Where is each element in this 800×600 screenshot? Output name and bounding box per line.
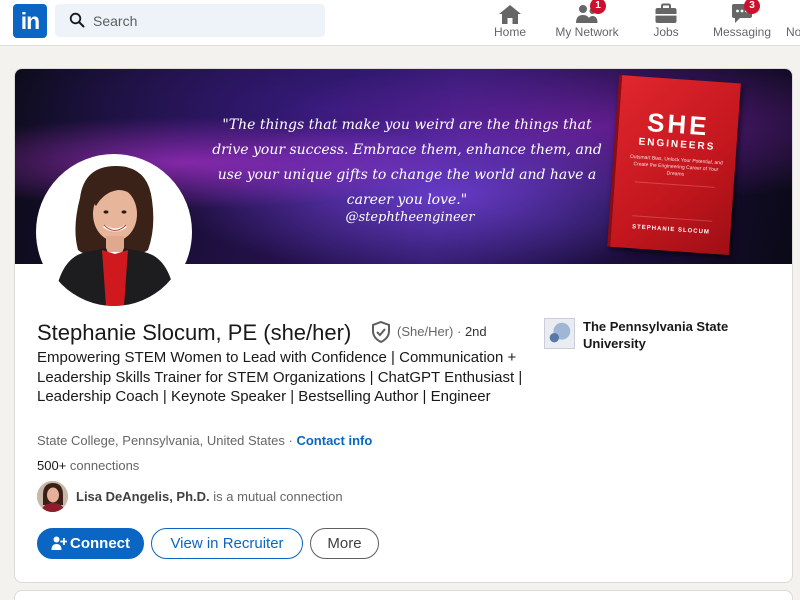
view-in-recruiter-button[interactable]: View in Recruiter xyxy=(151,528,303,559)
nav-my-network[interactable]: 1 My Network xyxy=(552,0,622,46)
profile-name: Stephanie Slocum, PE (she/her) xyxy=(37,320,352,345)
mutual-connection-text: Lisa DeAngelis, Ph.D. is a mutual connec… xyxy=(76,489,343,504)
profile-meta: (She/Her) · 2nd xyxy=(397,324,487,339)
briefcase-icon xyxy=(655,3,677,23)
home-icon xyxy=(499,5,521,24)
messaging-badge: 3 xyxy=(744,0,760,14)
nav-jobs[interactable]: Jobs xyxy=(644,0,688,46)
search-icon xyxy=(69,12,85,28)
connect-button[interactable]: Connect xyxy=(37,528,144,559)
profile-photo[interactable] xyxy=(36,154,192,310)
location-separator: · xyxy=(288,433,293,448)
nav-home[interactable]: Home xyxy=(488,0,532,46)
nav-notifications[interactable]: No xyxy=(784,0,800,46)
connections-label: connections xyxy=(69,458,140,473)
add-person-icon xyxy=(51,536,67,550)
next-section-card xyxy=(14,590,793,600)
nav-messaging-label: Messaging xyxy=(712,25,772,39)
mutual-connection-label: is a mutual connection xyxy=(213,489,343,504)
profile-location-line: State College, Pennsylvania, United Stat… xyxy=(37,433,372,448)
nav-jobs-label: Jobs xyxy=(653,25,679,39)
book-blurb: Outsmart Bias, Unlock Your Potential, an… xyxy=(629,153,723,178)
book-author: STEPHANIE SLOCUM xyxy=(631,224,711,236)
connections-number: 500+ xyxy=(37,458,67,473)
nav-home-label: Home xyxy=(493,25,526,39)
profile-headline: Empowering STEM Women to Lead with Confi… xyxy=(37,349,523,405)
pronouns: (She/Her) xyxy=(397,324,454,339)
profile-photo-image xyxy=(40,158,188,306)
nav-messaging[interactable]: 3 Messaging xyxy=(710,0,774,46)
nav-my-network-label: My Network xyxy=(555,25,619,39)
profile-location: State College, Pennsylvania, United Stat… xyxy=(37,433,285,448)
meta-separator: · xyxy=(456,324,462,339)
global-nav: in Home 1 My Network Jobs xyxy=(0,0,800,46)
education-link[interactable]: The Pennsylvania State University xyxy=(544,316,754,352)
nav-notifications-label: No xyxy=(786,25,800,39)
school-name: The Pennsylvania State University xyxy=(583,319,729,351)
banner-quote: "The things that make you weird are the … xyxy=(212,117,602,208)
search-bar[interactable] xyxy=(55,4,325,37)
search-input[interactable] xyxy=(93,4,313,37)
more-button[interactable]: More xyxy=(310,528,379,559)
banner-handle: @stephtheengineer xyxy=(345,210,475,225)
network-badge: 1 xyxy=(590,0,606,14)
connection-degree: 2nd xyxy=(464,324,487,339)
contact-info-link[interactable]: Contact info xyxy=(296,433,372,448)
book-decoration xyxy=(632,181,715,222)
connect-button-label: Connect xyxy=(70,535,130,552)
verified-shield-icon[interactable] xyxy=(371,321,391,343)
linkedin-logo[interactable]: in xyxy=(13,4,47,38)
connections-count[interactable]: 500+ connections xyxy=(37,458,139,473)
book-cover: SHE ENGINEERS Outsmart Bias, Unlock Your… xyxy=(607,74,741,256)
mutual-connection-name: Lisa DeAngelis, Ph.D. xyxy=(76,489,210,504)
mutual-connection-avatar xyxy=(37,481,68,512)
school-logo-icon xyxy=(544,318,575,349)
